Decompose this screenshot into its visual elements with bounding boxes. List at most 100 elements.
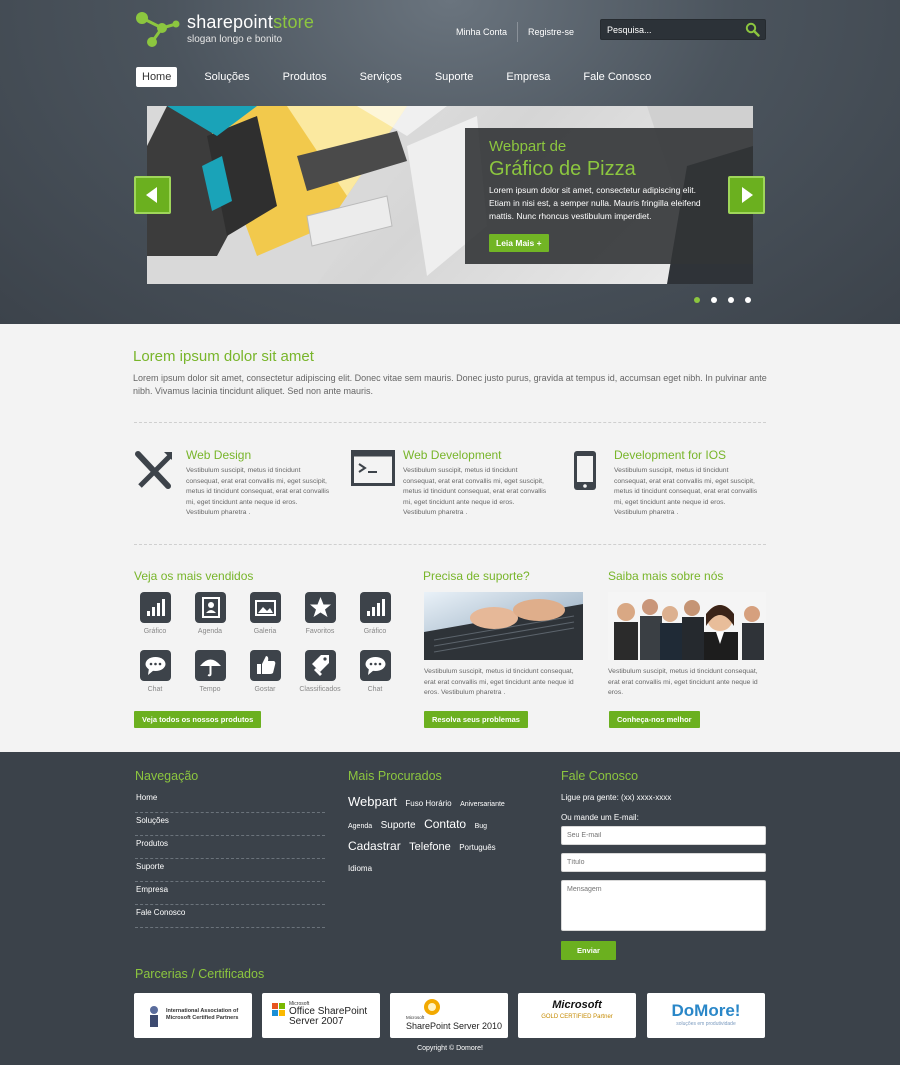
brand-name: sharepointstore — [187, 12, 314, 33]
partner-domore[interactable]: DoMore! soluções em produtividade — [647, 993, 765, 1038]
slider-dot-1[interactable] — [694, 297, 700, 303]
product-tempo[interactable]: Tempo — [185, 650, 235, 693]
support-title: Precisa de suporte? — [423, 569, 530, 583]
product-label: Chat — [147, 686, 163, 693]
tag-link[interactable]: Fuso Horário — [405, 794, 451, 813]
tag-cloud: Webpart Fuso Horário Aniversariante Agen… — [348, 792, 528, 878]
brand-name-main: sharepoint — [187, 12, 274, 32]
product-label: Chat — [367, 686, 383, 693]
slider-prev-button[interactable] — [134, 176, 171, 214]
subject-field[interactable] — [561, 853, 766, 872]
product-chat-2[interactable]: Chat — [350, 650, 400, 693]
tag-link[interactable]: Idioma — [348, 859, 372, 878]
feature-title: Web Design — [186, 448, 252, 462]
search-box — [600, 19, 766, 40]
solve-problems-button[interactable]: Resolva seus problemas — [424, 711, 528, 728]
chat-icon — [145, 657, 165, 675]
slider-dot-4[interactable] — [745, 297, 751, 303]
partner-gold-certified[interactable]: Microsoft GOLD CERTIFIED Partner — [518, 993, 636, 1038]
my-account-link[interactable]: Minha Conta — [446, 27, 517, 37]
nav-fale-conosco[interactable]: Fale Conosco — [577, 67, 657, 87]
read-more-button[interactable]: Leia Mais + — [489, 234, 549, 252]
site-header: sharepointstore slogan longo e bonito Mi… — [0, 0, 900, 324]
nav-empresa[interactable]: Empresa — [500, 67, 556, 87]
send-button[interactable]: Enviar — [561, 941, 616, 960]
hero-slider: Webpart de Gráfico de Pizza Lorem ipsum … — [147, 106, 753, 284]
meet-us-button[interactable]: Conheça-nos melhor — [609, 711, 700, 728]
address-book-icon — [201, 597, 220, 618]
nav-solucoes[interactable]: Soluções — [198, 67, 255, 87]
product-grafico[interactable]: Gráfico — [130, 592, 180, 635]
product-classificados[interactable]: Classificados — [295, 650, 345, 693]
nav-suporte[interactable]: Suporte — [429, 67, 480, 87]
intro-title: Lorem ipsum dolor sit amet — [133, 348, 314, 365]
product-chat[interactable]: Chat — [130, 650, 180, 693]
site-footer: Navegação Home Soluções Produtos Suporte… — [0, 752, 900, 1065]
partner-sharepoint-2010[interactable]: Microsoft SharePoint Server 2010 — [390, 993, 508, 1038]
search-input[interactable] — [601, 20, 741, 39]
search-icon[interactable] — [745, 22, 760, 37]
nav-home[interactable]: Home — [136, 67, 178, 87]
partner-line: International Association of — [166, 1008, 239, 1014]
feature-text: Vestibulum suscipit, metus id tincidunt … — [403, 467, 547, 517]
nav-produtos[interactable]: Produtos — [277, 67, 333, 87]
footer-link-home[interactable]: Home — [135, 790, 325, 813]
partner-brand: DoMore! — [671, 1001, 741, 1020]
logo[interactable]: sharepointstore slogan longo e bonito — [134, 10, 324, 50]
tag-link[interactable]: Aniversariante — [460, 795, 505, 814]
tag-link[interactable]: Suporte — [381, 816, 416, 835]
chat-icon — [365, 657, 385, 675]
team-photo — [608, 592, 766, 660]
register-link[interactable]: Registre-se — [518, 27, 584, 37]
product-label: Gráfico — [363, 628, 387, 635]
email-label: Ou mande um E-mail: — [561, 813, 639, 822]
footer-link-suporte[interactable]: Suporte — [135, 859, 325, 882]
product-agenda[interactable]: Agenda — [185, 592, 235, 635]
arrow-right-icon — [742, 187, 753, 203]
intro-text: Lorem ipsum dolor sit amet, consectetur … — [133, 373, 767, 396]
tag-link[interactable]: Português — [459, 838, 495, 857]
tag-link[interactable]: Bug — [475, 817, 487, 836]
slider-next-button[interactable] — [728, 176, 765, 214]
slider-dots — [694, 297, 762, 303]
divider — [134, 422, 766, 423]
partner-sharepoint-2007[interactable]: Microsoft Office SharePoint Server 2007 — [262, 993, 380, 1038]
footer-link-solucoes[interactable]: Soluções — [135, 813, 325, 836]
footer-link-empresa[interactable]: Empresa — [135, 882, 325, 905]
slide-title: Gráfico de Pizza — [489, 158, 636, 180]
slider-dot-3[interactable] — [728, 297, 734, 303]
team-image — [614, 599, 764, 660]
tag-link[interactable]: Contato — [424, 815, 466, 834]
product-label: Gostar — [254, 686, 276, 693]
product-galeria[interactable]: Galeria — [240, 592, 290, 635]
product-gostar[interactable]: Gostar — [240, 650, 290, 693]
support-photo — [424, 592, 583, 660]
tag-link[interactable]: Cadastrar — [348, 837, 401, 856]
message-field[interactable] — [561, 880, 766, 931]
molecule-logo-icon — [136, 12, 180, 47]
tag-link[interactable]: Webpart — [348, 792, 397, 811]
slider-dot-2[interactable] — [711, 297, 717, 303]
iamcp-logo-icon — [150, 1006, 158, 1027]
copyright: Copyright © Domore! — [417, 1045, 483, 1052]
nav-servicos[interactable]: Serviços — [354, 67, 408, 87]
product-label: Agenda — [197, 628, 223, 635]
partner-line: Microsoft Certified Partners — [166, 1015, 239, 1021]
partner-product: soluções em produtividade — [676, 1021, 736, 1027]
partner-iamcp[interactable]: International Association of Microsoft Ce… — [134, 993, 252, 1038]
footer-link-produtos[interactable]: Produtos — [135, 836, 325, 859]
product-grafico-2[interactable]: Gráfico — [350, 592, 400, 635]
phone-text: Ligue pra gente: (xx) xxxx-xxxx — [561, 793, 672, 802]
popular-title: Mais Procurados — [348, 769, 442, 783]
view-all-products-button[interactable]: Veja todos os nossos produtos — [134, 711, 262, 728]
product-label: Classificados — [299, 686, 341, 693]
footer-link-fale-conosco[interactable]: Fale Conosco — [135, 905, 325, 928]
about-text: Vestibulum suscipit, metus id tincidunt … — [608, 668, 758, 697]
tag-link[interactable]: Telefone — [409, 838, 451, 857]
product-favoritos[interactable]: Favoritos — [295, 592, 345, 635]
tag-link[interactable]: Agenda — [348, 817, 372, 836]
bar-chart-icon — [146, 599, 165, 616]
tags-icon — [311, 655, 329, 676]
slide-caption: Webpart de Gráfico de Pizza Lorem ipsum … — [465, 128, 753, 264]
email-field[interactable] — [561, 826, 766, 845]
